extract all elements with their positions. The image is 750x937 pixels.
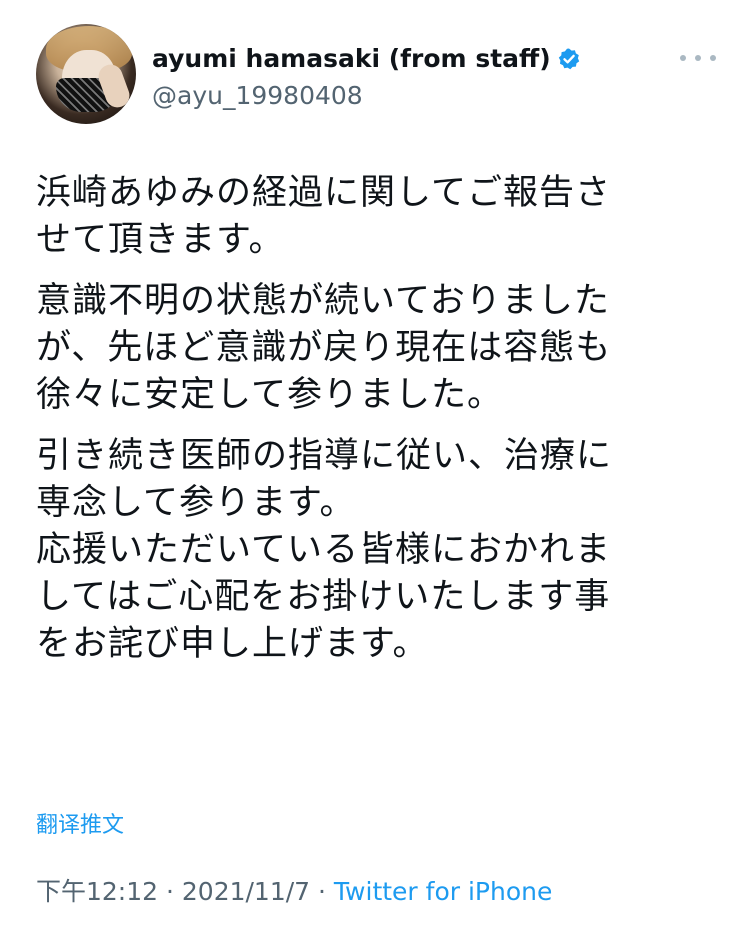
tweet-paragraph: 浜崎あゆみの経過に関してご報告さ せて頂きます。	[36, 173, 611, 260]
tweet-header: ayumi hamasaki (from staff) @ayu_1998040…	[36, 24, 716, 128]
tweet-meta: 下午12:12 · 2021/11/7 · Twitter for iPhone	[36, 874, 552, 910]
more-dot-icon	[695, 55, 701, 61]
tweet-paragraph: 引き続き医師の指導に従い、治療に 専念して参ります。 応援いただいている皆様にお…	[36, 436, 613, 664]
tweet-source-link[interactable]: Twitter for iPhone	[334, 877, 552, 906]
author-handle[interactable]: @ayu_19980408	[152, 78, 672, 114]
more-dot-icon	[680, 55, 686, 61]
tweet-text: 浜崎あゆみの経過に関してご報告さ せて頂きます。 意識不明の状態が続いておりまし…	[36, 170, 716, 682]
avatar[interactable]	[36, 24, 136, 124]
author-names: ayumi hamasaki (from staff) @ayu_1998040…	[152, 42, 672, 114]
tweet-card: ayumi hamasaki (from staff) @ayu_1998040…	[0, 0, 750, 937]
tweet-paragraph: 意識不明の状態が続いておりました が、先ほど意識が戻り現在は容態も 徐々に安定し…	[36, 281, 612, 415]
more-dot-icon	[710, 55, 716, 61]
tweet-date[interactable]: 2021/11/7	[182, 877, 310, 906]
verified-badge-icon	[557, 47, 581, 71]
meta-separator: ·	[158, 877, 182, 906]
author-display-name[interactable]: ayumi hamasaki (from staff)	[152, 42, 551, 76]
meta-separator: ·	[310, 877, 334, 906]
translate-tweet-link[interactable]: 翻译推文	[36, 810, 124, 842]
tweet-time[interactable]: 下午12:12	[36, 877, 158, 906]
more-options-button[interactable]	[680, 46, 716, 70]
